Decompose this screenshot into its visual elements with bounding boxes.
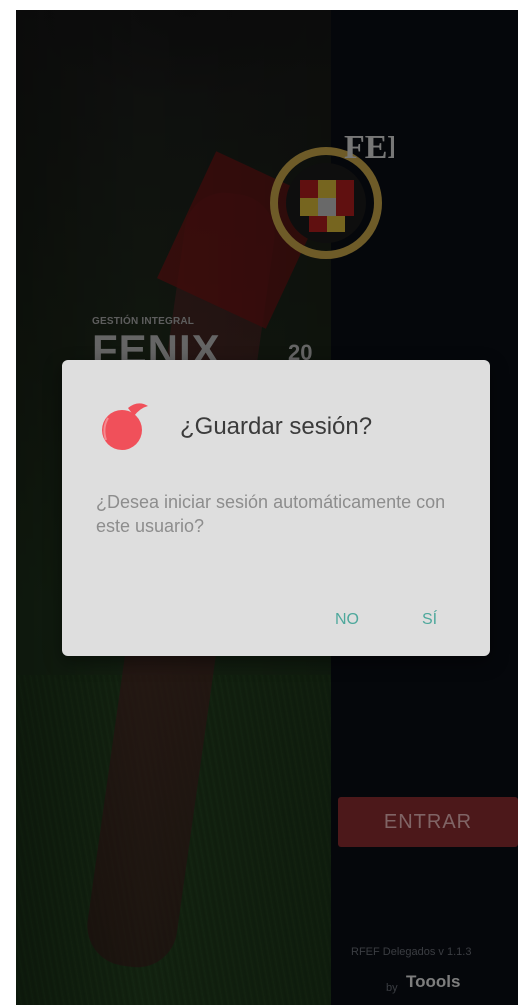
app-screen: FEF GESTIÓN INTEGRAL FENIX 20 ENTRAR RFE…	[16, 10, 518, 1005]
dialog-title: ¿Guardar sesión?	[180, 413, 373, 440]
save-session-dialog: ¿Guardar sesión? ¿Desea iniciar sesión a…	[62, 360, 490, 656]
no-button[interactable]: NO	[327, 607, 367, 633]
dialog-message: ¿Desea iniciar sesión automáticamente co…	[96, 492, 446, 536]
app-logo-icon	[102, 403, 148, 450]
yes-button[interactable]: SÍ	[414, 607, 445, 633]
